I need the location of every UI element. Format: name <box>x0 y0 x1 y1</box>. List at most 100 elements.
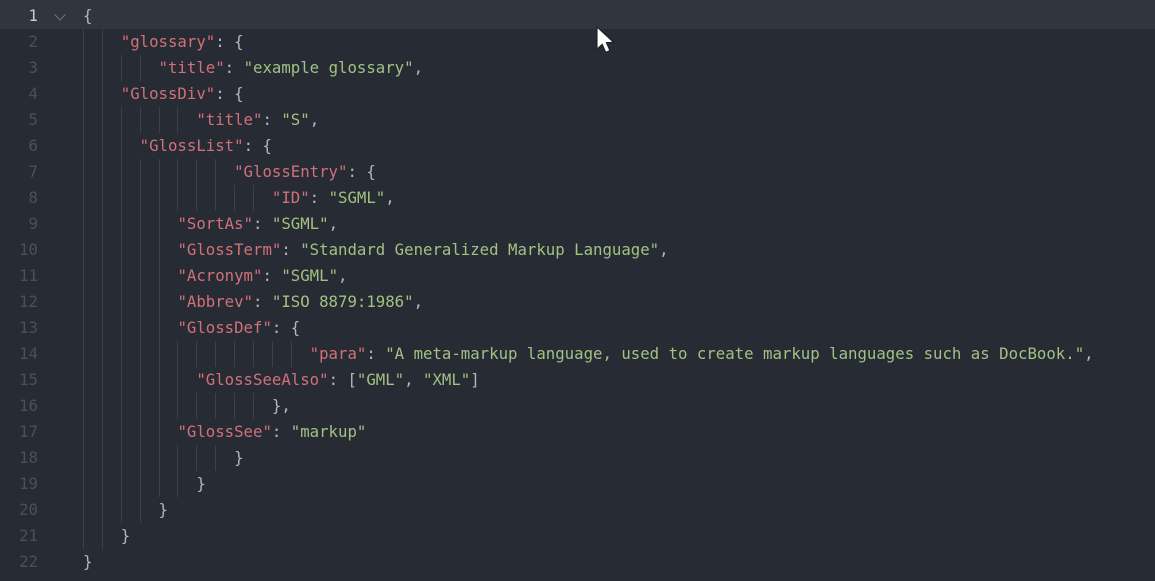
indent-guide <box>83 55 84 81</box>
code-line[interactable]: 11"Acronym": "SGML", <box>0 263 1155 289</box>
line-number[interactable]: 10 <box>0 237 38 263</box>
line-number[interactable]: 4 <box>0 81 38 107</box>
line-number[interactable]: 13 <box>0 315 38 341</box>
indent-guide <box>177 107 178 133</box>
indent-guide <box>234 393 235 419</box>
line-number[interactable]: 18 <box>0 445 38 471</box>
code-content: "GlossEntry": { <box>83 159 376 185</box>
json-key: "GlossTerm" <box>177 240 281 259</box>
chevron-down-icon[interactable] <box>54 9 65 20</box>
code-line[interactable]: 21} <box>0 523 1155 549</box>
code-line[interactable]: 16}, <box>0 393 1155 419</box>
indent-guide <box>159 445 160 471</box>
json-punctuation: : <box>253 292 272 311</box>
code-line[interactable]: 22} <box>0 549 1155 575</box>
code-text: "GlossList": { <box>140 133 272 159</box>
indent-guide <box>102 289 103 315</box>
indent-guide <box>102 471 103 497</box>
code-content: } <box>83 549 92 575</box>
line-number[interactable]: 6 <box>0 133 38 159</box>
code-line[interactable]: 8"ID": "SGML", <box>0 185 1155 211</box>
code-line[interactable]: 17"GlossSee": "markup" <box>0 419 1155 445</box>
line-number[interactable]: 8 <box>0 185 38 211</box>
line-number[interactable]: 11 <box>0 263 38 289</box>
indent-guide <box>121 419 122 445</box>
code-line[interactable]: 3"title": "example glossary", <box>0 55 1155 81</box>
line-number[interactable]: 2 <box>0 29 38 55</box>
json-string: "SGML" <box>281 266 338 285</box>
indent-guide <box>83 419 84 445</box>
indent-guide <box>140 55 141 81</box>
line-number[interactable]: 21 <box>0 523 38 549</box>
indent-guide <box>102 211 103 237</box>
indent-guide <box>83 523 84 549</box>
indent-guide <box>83 367 84 393</box>
line-number[interactable]: 7 <box>0 159 38 185</box>
json-key: "SortAs" <box>177 214 253 233</box>
line-number[interactable]: 14 <box>0 341 38 367</box>
indent-guide <box>83 263 84 289</box>
code-line[interactable]: 20} <box>0 497 1155 523</box>
json-punctuation: , <box>338 266 347 285</box>
indent-guide <box>121 185 122 211</box>
json-key: "title" <box>159 58 225 77</box>
indent-guide <box>140 393 141 419</box>
code-line[interactable]: 13 "GlossDef": { <box>0 315 1155 341</box>
code-line[interactable]: 12"Abbrev": "ISO 8879:1986", <box>0 289 1155 315</box>
indent-guide <box>121 289 122 315</box>
code-line[interactable]: 7 "GlossEntry": { <box>0 159 1155 185</box>
code-line[interactable]: 9"SortAs": "SGML", <box>0 211 1155 237</box>
indent-guide <box>196 393 197 419</box>
json-punctuation: : <box>262 110 281 129</box>
line-number[interactable]: 15 <box>0 367 38 393</box>
json-punctuation: : <box>281 240 300 259</box>
json-key: "ID" <box>272 188 310 207</box>
line-number[interactable]: 20 <box>0 497 38 523</box>
json-punctuation: ] <box>470 370 479 389</box>
indent-guide <box>102 237 103 263</box>
indent-guide <box>159 471 160 497</box>
indent-guide <box>121 107 122 133</box>
editor-surface[interactable]: 1{2"glossary": {3"title": "example gloss… <box>0 0 1155 581</box>
line-number[interactable]: 5 <box>0 107 38 133</box>
indent-guide <box>272 341 273 367</box>
line-number[interactable]: 19 <box>0 471 38 497</box>
code-line[interactable]: 10 "GlossTerm": "Standard Generalized Mar… <box>0 237 1155 263</box>
json-punctuation: : <box>366 344 385 363</box>
indent-guide <box>102 419 103 445</box>
indent-guide <box>83 289 84 315</box>
code-text: } <box>83 549 92 575</box>
code-text: "GlossDiv": { <box>121 81 244 107</box>
code-line[interactable]: 4 "GlossDiv": { <box>0 81 1155 107</box>
indent-guide <box>102 393 103 419</box>
indent-guide <box>102 81 103 107</box>
indent-guide <box>121 159 122 185</box>
code-line[interactable]: 5"title": "S", <box>0 107 1155 133</box>
code-lines-container: 1{2"glossary": {3"title": "example gloss… <box>0 3 1155 575</box>
code-line[interactable]: 18} <box>0 445 1155 471</box>
code-line[interactable]: 1{ <box>0 3 1155 29</box>
line-number[interactable]: 1 <box>0 3 38 29</box>
line-number[interactable]: 16 <box>0 393 38 419</box>
indent-guide <box>159 185 160 211</box>
line-number[interactable]: 17 <box>0 419 38 445</box>
indent-guide <box>102 263 103 289</box>
code-line[interactable]: 19} <box>0 471 1155 497</box>
line-number[interactable]: 9 <box>0 211 38 237</box>
line-number[interactable]: 12 <box>0 289 38 315</box>
code-line[interactable]: 2"glossary": { <box>0 29 1155 55</box>
json-string: "Standard Generalized Markup Language" <box>300 240 659 259</box>
line-number[interactable]: 22 <box>0 549 38 575</box>
indent-guide <box>102 445 103 471</box>
code-text: } <box>196 471 205 497</box>
code-text: } <box>121 523 130 549</box>
code-line[interactable]: 15"GlossSeeAlso": ["GML", "XML"] <box>0 367 1155 393</box>
code-content: "GlossDef": { <box>83 315 300 341</box>
json-punctuation: : { <box>272 318 300 337</box>
indent-guide <box>102 497 103 523</box>
code-line[interactable]: 14"para": "A meta-markup language, used … <box>0 341 1155 367</box>
line-number[interactable]: 3 <box>0 55 38 81</box>
json-punctuation: : { <box>215 32 243 51</box>
indent-guide <box>291 341 292 367</box>
code-line[interactable]: 6 "GlossList": { <box>0 133 1155 159</box>
